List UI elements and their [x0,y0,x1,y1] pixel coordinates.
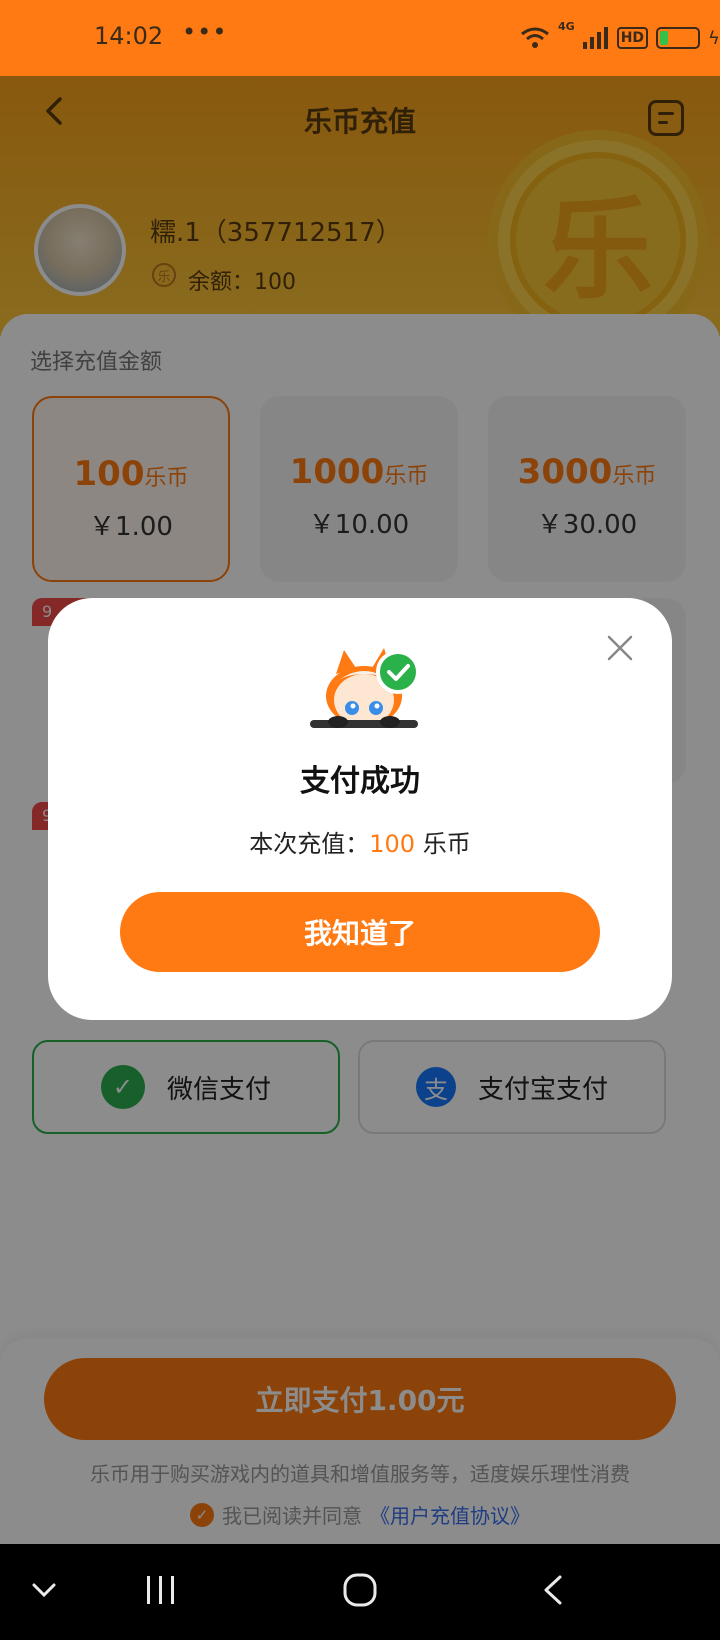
status-icons: 4G HD ϟ [520,20,720,56]
signal-icon [582,27,608,49]
more-status-icon: ••• [182,18,228,46]
charging-icon: ϟ [708,27,720,49]
mascot-success-icon [310,648,420,728]
recent-apps-icon[interactable] [144,1574,178,1606]
clock: 14:02 [94,22,164,50]
confirm-button[interactable]: 我知道了 [120,892,600,972]
message-suffix: 乐币 [415,830,471,858]
back-icon[interactable] [540,1574,568,1606]
battery-icon [656,27,701,49]
dialog-title: 支付成功 [300,764,420,799]
close-icon[interactable] [606,634,634,662]
system-nav-bar [0,1544,720,1640]
home-icon[interactable] [342,1572,378,1608]
hd-icon: HD [616,27,649,49]
chevron-down-icon[interactable] [30,1580,58,1600]
status-bar: 14:02 ••• 4G HD ϟ [0,0,720,76]
dialog-message: 本次充值：100 乐币 [48,824,672,859]
wifi-icon [521,27,549,48]
message-prefix: 本次充值： [249,830,370,858]
recharge-amount: 100 [369,830,416,858]
network-type: 4G [558,20,575,33]
